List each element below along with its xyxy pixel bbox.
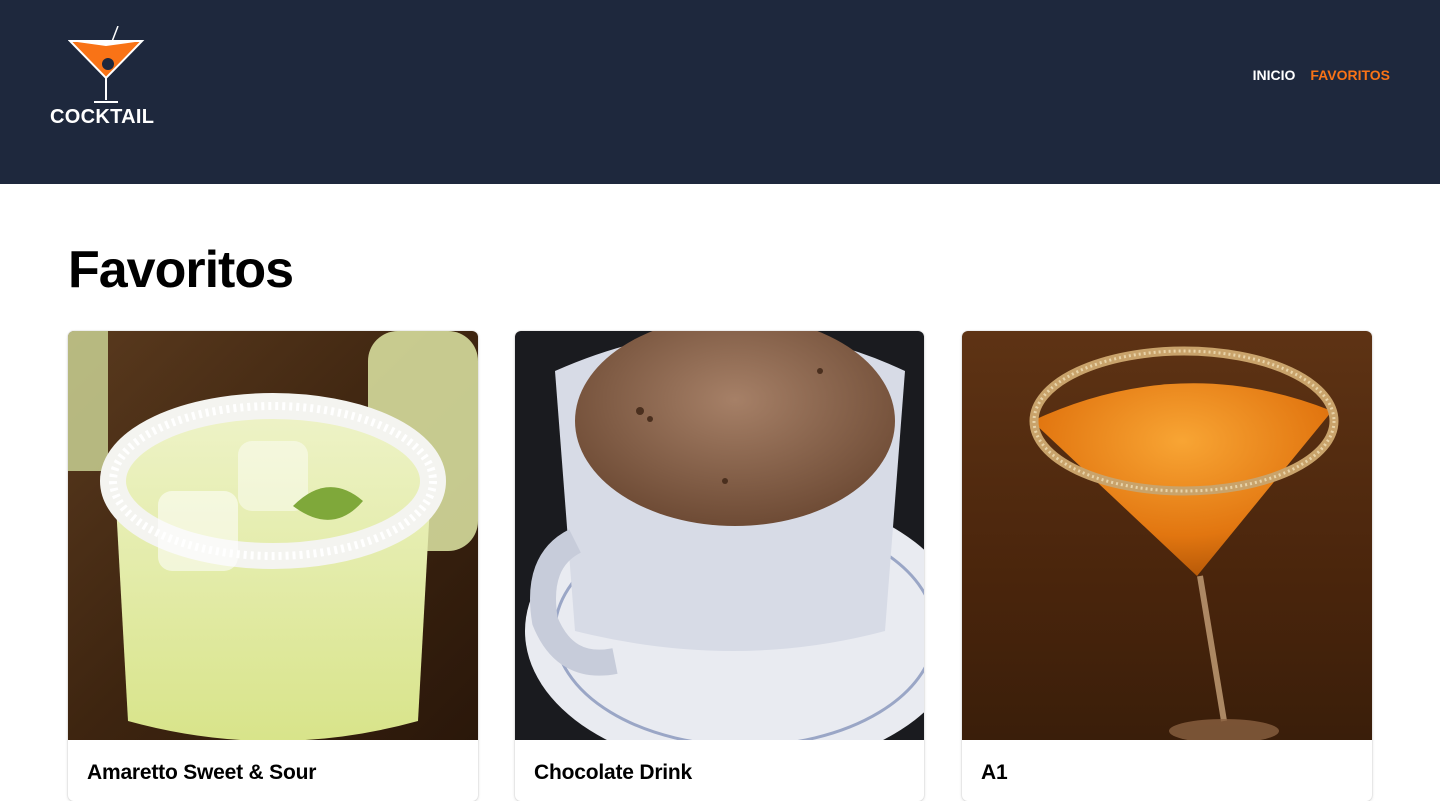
page-title: Favoritos [68, 241, 294, 299]
drink-title: Amaretto Sweet & Sour [87, 761, 317, 784]
favorites-grid: Amaretto Sweet & Sour Chocolate Drink A1 [68, 331, 1372, 801]
nav-link-favoritos[interactable]: Favoritos [1310, 67, 1390, 83]
drink-image-chocolate[interactable] [515, 331, 924, 740]
drink-image-margarita[interactable] [68, 331, 478, 740]
drink-card[interactable]: A1 [962, 331, 1372, 801]
drink-card[interactable]: Amaretto Sweet & Sour [68, 331, 478, 801]
site-header: COCKTAIL Inicio Favoritos [0, 0, 1440, 184]
main-nav: Inicio Favoritos [1253, 67, 1390, 83]
drink-title: A1 [981, 761, 1008, 784]
drink-card[interactable]: Chocolate Drink [515, 331, 924, 801]
martini-glass-icon [68, 26, 145, 103]
drink-image-a1[interactable] [962, 331, 1372, 740]
logo-wordmark: COCKTAIL [50, 106, 155, 128]
drink-title: Chocolate Drink [534, 761, 693, 784]
nav-link-inicio[interactable]: Inicio [1253, 67, 1296, 83]
cocktail-logo[interactable]: COCKTAIL [50, 26, 166, 128]
